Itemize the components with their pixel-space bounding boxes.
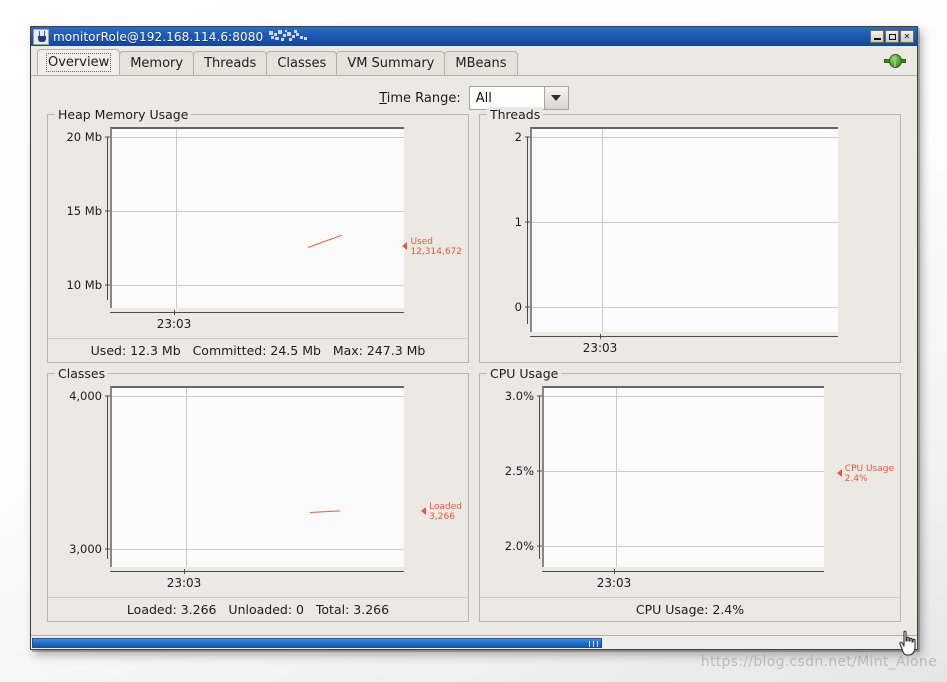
legend-marker-icon (836, 469, 842, 477)
tab-overview[interactable]: Overview (37, 49, 121, 75)
heap-x-axis: 23:03 (110, 310, 404, 336)
heap-footer: Used: 12.3 Mb Committed: 24.5 Mb Max: 24… (48, 338, 468, 362)
panel-cpu-usage-body: 3.0% 2.5% 2.0% CPU Usage 2.4% 23:03 (480, 374, 900, 597)
restore-icon[interactable] (885, 30, 899, 43)
cpu-x-tick-0: 23:03 (596, 576, 632, 590)
overview-panel: Time Range: All Heap Memory Usage 20 Mb … (31, 76, 917, 635)
chart-grid: Heap Memory Usage 20 Mb 15 Mb 10 Mb Used… (39, 107, 909, 622)
time-range-label: Time Range: (379, 91, 461, 106)
panel-heap-memory-usage: Heap Memory Usage 20 Mb 15 Mb 10 Mb Used… (47, 107, 469, 363)
window-title-bar[interactable]: monitorRole@192.168.114.6:8080 ✕ (31, 27, 917, 46)
heap-plot-wrap: Used 12,314,672 23:03 (110, 127, 462, 336)
classes-legend-name: Loaded (429, 502, 462, 512)
threads-y-tick-2: 0 (514, 300, 522, 314)
chart-classes[interactable]: 4,000 3,000 Loaded 3,266 23:03 (54, 386, 462, 595)
threads-y-tick-0: 2 (514, 130, 522, 144)
heap-y-tick-0: 20 Mb (66, 130, 102, 144)
panel-classes: Classes 4,000 3,000 Loaded 3,266 23:03 L… (47, 366, 469, 622)
connected-plug-icon[interactable] (881, 49, 909, 73)
close-icon[interactable]: ✕ (900, 30, 914, 43)
heap-plot-area[interactable] (110, 127, 404, 308)
cpu-y-tick-2: 2.0% (504, 539, 534, 553)
heap-legend-value: 12,314,672 (410, 247, 462, 257)
time-range-mnemonic: T (379, 90, 387, 106)
horizontal-scrollbar-thumb[interactable] (32, 638, 602, 648)
threads-plot-area[interactable] (530, 127, 838, 332)
panel-classes-body: 4,000 3,000 Loaded 3,266 23:03 (48, 374, 468, 597)
threads-x-axis: 23:03 (530, 334, 838, 360)
tab-classes[interactable]: Classes (266, 51, 338, 75)
cpu-plot-wrap: CPU Usage 2.4% 23:03 (542, 386, 894, 595)
heap-y-axis: 20 Mb 15 Mb 10 Mb (54, 127, 110, 336)
threads-plot-wrap: 23:03 (530, 127, 894, 360)
tab-vm-summary[interactable]: VM Summary (336, 51, 446, 75)
cpu-y-axis: 3.0% 2.5% 2.0% (486, 386, 542, 595)
cpu-legend-usage: CPU Usage 2.4% (836, 464, 894, 484)
classes-footer: Loaded: 3.266 Unloaded: 0 Total: 3.266 (48, 597, 468, 621)
chevron-down-icon[interactable] (543, 87, 568, 109)
chart-cpu-usage[interactable]: 3.0% 2.5% 2.0% CPU Usage 2.4% 23:03 (486, 386, 894, 595)
chart-threads[interactable]: 2 1 0 23:03 (486, 127, 894, 360)
panel-threads-body: 2 1 0 23:03 (480, 115, 900, 362)
tab-mbeans[interactable]: MBeans (444, 51, 518, 75)
classes-series-loaded-line (309, 510, 340, 513)
tab-memory-label: Memory (130, 56, 184, 71)
tab-threads[interactable]: Threads (193, 51, 268, 75)
classes-legend-loaded: Loaded 3,266 (421, 502, 462, 522)
jconsole-window: monitorRole@192.168.114.6:8080 ✕ Overvie… (30, 26, 918, 650)
classes-x-axis: 23:03 (110, 569, 404, 595)
classes-y-tick-0: 4,000 (69, 389, 102, 403)
java-cup-icon (33, 28, 49, 45)
title-bar-artifact (269, 29, 309, 44)
classes-plot-area[interactable] (110, 386, 404, 567)
heap-legend-name: Used (410, 237, 433, 247)
minimize-icon[interactable] (870, 30, 884, 43)
threads-y-tick-1: 1 (514, 215, 522, 229)
cpu-legend-name: CPU Usage (844, 464, 894, 474)
window-title: monitorRole@192.168.114.6:8080 (53, 29, 264, 44)
horizontal-scrollbar[interactable] (31, 635, 917, 649)
heap-series-used-line (307, 234, 342, 248)
cpu-legend-value: 2.4% (844, 474, 868, 484)
classes-plot-wrap: Loaded 3,266 23:03 (110, 386, 462, 595)
heap-x-tick-0: 23:03 (156, 317, 192, 331)
tab-memory[interactable]: Memory (119, 51, 195, 75)
tab-mbeans-label: MBeans (455, 56, 507, 71)
window-controls: ✕ (870, 30, 916, 43)
tab-threads-label: Threads (204, 56, 257, 71)
tab-vm-summary-label: VM Summary (347, 56, 435, 71)
heap-y-tick-2: 10 Mb (66, 278, 102, 292)
panel-cpu-usage: CPU Usage 3.0% 2.5% 2.0% CPU Usage 2.4% … (479, 366, 901, 622)
legend-marker-icon (421, 507, 427, 515)
tab-classes-label: Classes (277, 56, 327, 71)
tab-overview-label: Overview (45, 53, 112, 72)
panel-threads: Threads 2 1 0 23:03 (479, 107, 901, 363)
legend-marker-icon (402, 242, 408, 250)
cpu-x-axis: 23:03 (542, 569, 824, 595)
cpu-y-tick-1: 2.5% (504, 464, 534, 478)
cpu-plot-area[interactable] (542, 386, 824, 567)
cpu-y-tick-0: 3.0% (504, 389, 534, 403)
threads-x-tick-0: 23:03 (582, 341, 618, 355)
heap-legend-used: Used 12,314,672 (402, 237, 462, 257)
classes-y-tick-1: 3,000 (69, 542, 102, 556)
chart-heap-memory-usage[interactable]: 20 Mb 15 Mb 10 Mb Used 12,314,672 23:03 (54, 127, 462, 336)
heap-y-tick-1: 15 Mb (66, 204, 102, 218)
classes-legend-value: 3,266 (429, 512, 455, 522)
cpu-footer: CPU Usage: 2.4% (480, 597, 900, 621)
panel-heap-memory-usage-body: 20 Mb 15 Mb 10 Mb Used 12,314,672 23:03 (48, 115, 468, 338)
classes-x-tick-0: 23:03 (166, 576, 202, 590)
time-range-label-rest: ime Range: (386, 90, 461, 106)
classes-y-axis: 4,000 3,000 (54, 386, 110, 595)
tab-bar: Overview Memory Threads Classes VM Summa… (31, 46, 917, 76)
watermark: https://blog.csdn.net/Mint_Alone (700, 654, 937, 670)
threads-y-axis: 2 1 0 (486, 127, 530, 360)
time-range-selected-value: All (469, 87, 544, 109)
